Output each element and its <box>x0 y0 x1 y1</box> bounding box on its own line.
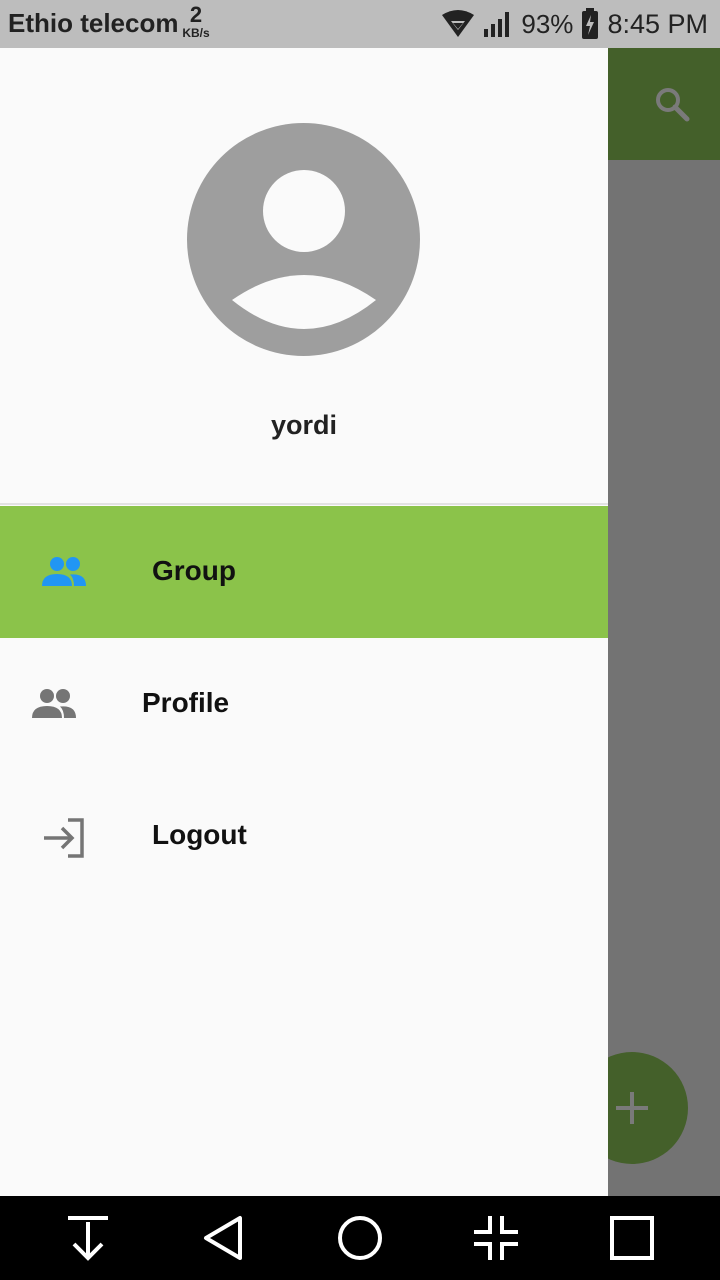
network-speed-value: 2 <box>189 2 203 27</box>
logout-icon <box>44 818 84 858</box>
avatar <box>187 123 420 356</box>
menu-item-label: Logout <box>152 819 247 850</box>
menu-item-logout[interactable]: Logout <box>0 770 608 902</box>
clock: 8:45 PM <box>607 8 708 39</box>
navigation-drawer: yordi Group Profile Logout <box>0 48 608 1196</box>
group-icon <box>42 557 86 586</box>
carrier-name: Ethio telecom <box>8 8 179 38</box>
back-icon[interactable] <box>198 1212 250 1264</box>
signal-icon <box>484 12 510 37</box>
group-icon <box>32 689 76 718</box>
recents-icon[interactable] <box>606 1212 658 1264</box>
home-icon[interactable] <box>334 1212 386 1264</box>
menu-item-label: Profile <box>142 687 230 718</box>
menu-item-profile[interactable]: Profile <box>0 638 608 770</box>
add-icon <box>616 1092 648 1124</box>
wifi-icon <box>442 10 475 37</box>
battery-charging-icon <box>582 8 599 39</box>
system-nav-bar <box>0 1196 720 1280</box>
menu-item-group[interactable]: Group <box>0 506 608 638</box>
status-indicators: 93% 8:45 PM <box>441 6 708 42</box>
status-bar: Ethio telecom 2 KB/s 93% 8:45 PM <box>0 0 720 48</box>
divider <box>0 503 608 505</box>
network-speed: 2 KB/s <box>178 2 214 41</box>
menu-item-label: Group <box>152 555 236 586</box>
search-icon[interactable] <box>652 84 692 124</box>
battery-percent: 93% <box>521 8 574 39</box>
notification-pull-icon[interactable] <box>62 1212 114 1264</box>
network-speed-unit: KB/s <box>182 26 210 40</box>
minimize-icon[interactable] <box>470 1212 522 1264</box>
username: yordi <box>270 410 337 440</box>
